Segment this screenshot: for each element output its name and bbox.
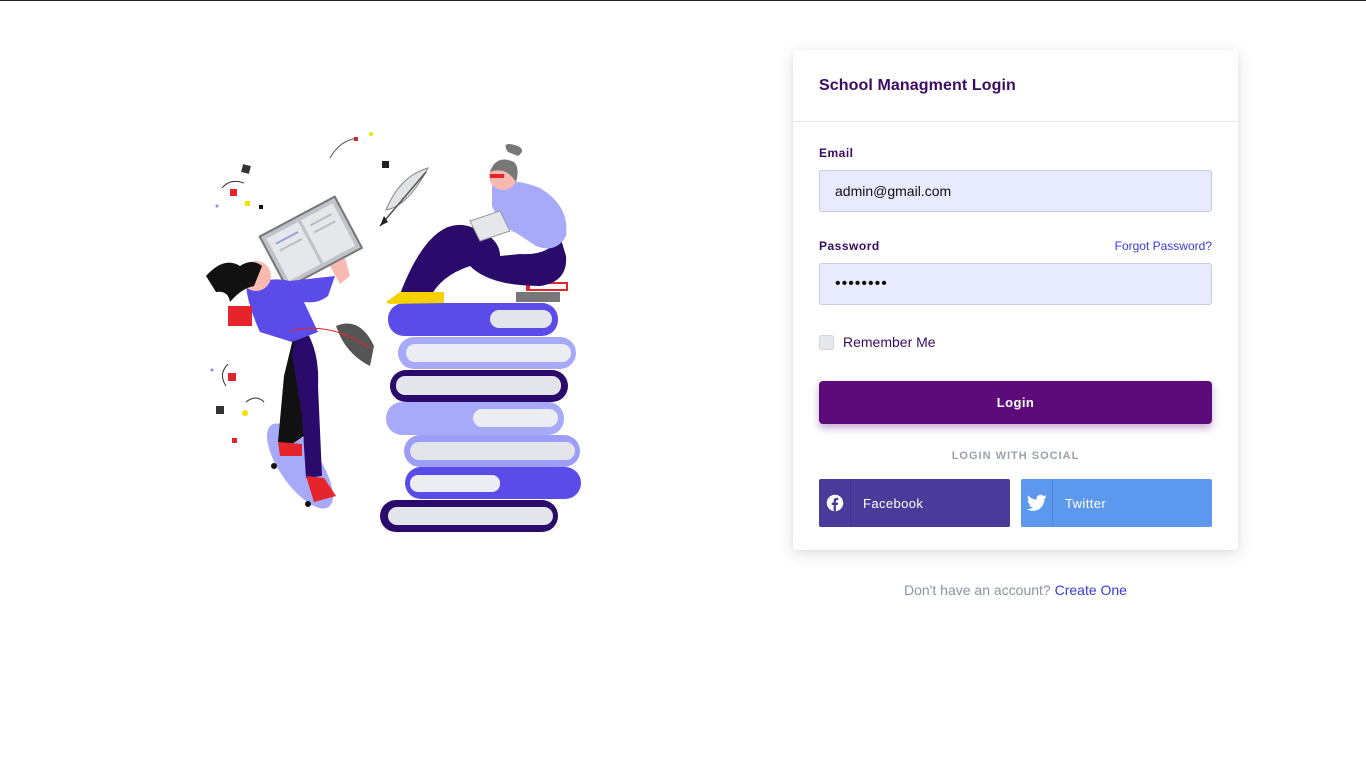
- social-login-heading: LOGIN WITH SOCIAL: [951, 450, 1080, 462]
- page-title: School Managment Login: [819, 77, 1016, 94]
- twitter-label: Twitter: [1065, 495, 1107, 511]
- remember-me-checkbox[interactable]: [819, 334, 834, 350]
- facebook-login-button[interactable]: Facebook: [819, 479, 1010, 527]
- login-card: School Managment Login Email Password Fo…: [793, 50, 1238, 550]
- facebook-label: Facebook: [863, 495, 924, 511]
- create-account-link[interactable]: Create One: [1055, 582, 1127, 598]
- signup-prompt: Don't have an account? Create One: [793, 582, 1238, 598]
- login-button[interactable]: Login: [819, 381, 1212, 424]
- email-input[interactable]: [819, 170, 1212, 212]
- password-field-group: Password Forgot Password?: [819, 238, 1212, 305]
- twitter-login-button[interactable]: Twitter: [1021, 479, 1212, 527]
- hero-illustration: [200, 126, 590, 541]
- facebook-icon: [819, 479, 851, 527]
- forgot-password-link[interactable]: Forgot Password?: [1115, 239, 1212, 253]
- card-header: School Managment Login: [793, 50, 1238, 122]
- email-label: Email: [819, 146, 854, 160]
- password-label: Password: [819, 239, 880, 253]
- remember-me-label[interactable]: Remember Me: [843, 334, 936, 350]
- twitter-icon: [1021, 479, 1053, 527]
- password-input[interactable]: [819, 263, 1212, 305]
- login-form: Email Password Forgot Password? Remember…: [793, 122, 1238, 527]
- signup-prompt-text: Don't have an account?: [904, 582, 1051, 598]
- email-field-group: Email: [819, 145, 1212, 212]
- remember-me-row: Remember Me: [819, 333, 1212, 351]
- social-login-buttons: Facebook Twitter: [819, 479, 1212, 527]
